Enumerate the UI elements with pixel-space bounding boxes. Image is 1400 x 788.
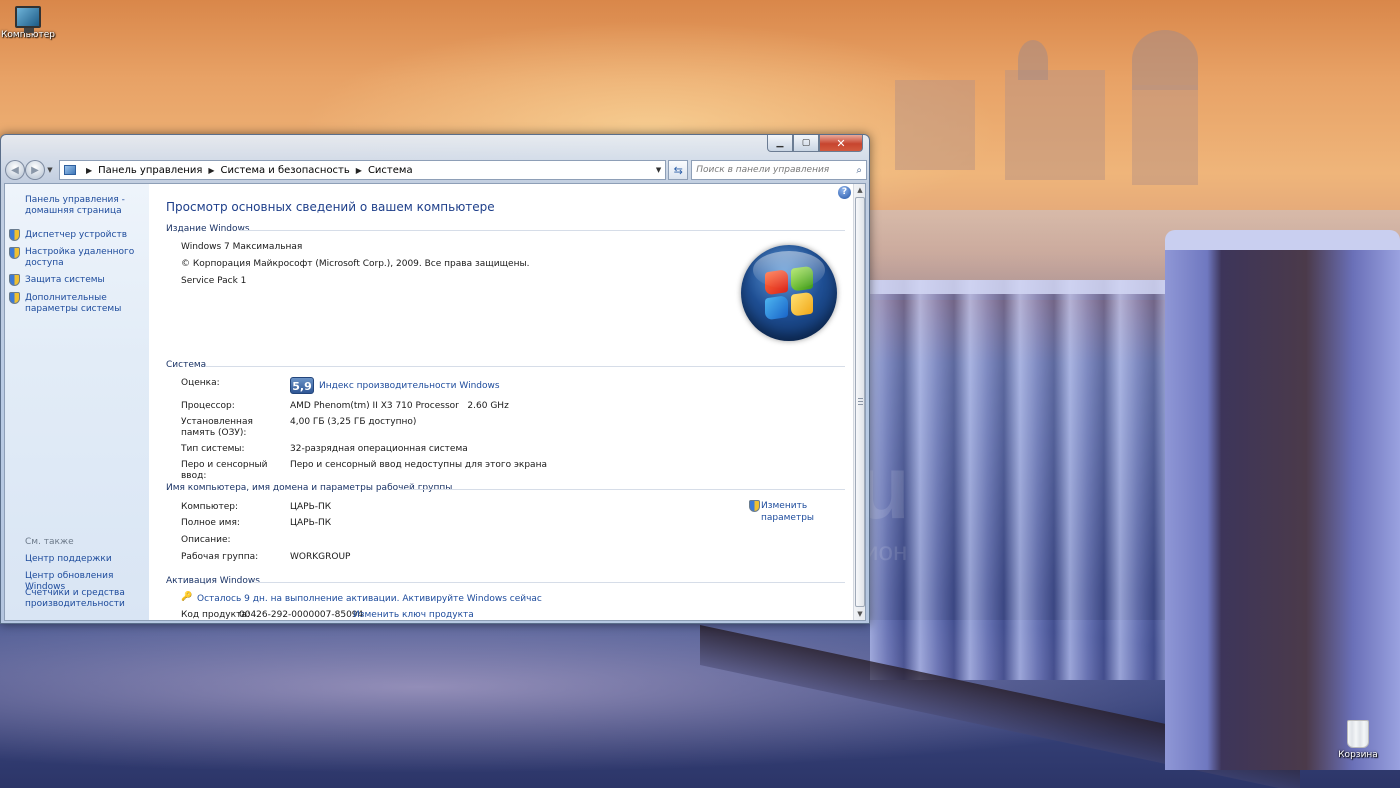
device-manager-link[interactable]: Диспетчер устройств — [25, 230, 147, 241]
address-bar[interactable]: ▶ Панель управления ▶ Система и безопасн… — [58, 160, 667, 180]
remote-settings-link[interactable]: Настройка удаленного доступа — [25, 247, 147, 269]
maximize-icon: ▢ — [801, 138, 811, 148]
search-input[interactable] — [696, 162, 845, 178]
section-divider — [251, 582, 845, 583]
section-divider — [239, 230, 845, 231]
memory-value: 4,00 ГБ (3,25 ГБ доступно) — [290, 417, 417, 427]
wallpaper-dome — [1132, 30, 1198, 90]
vertical-scrollbar[interactable]: ▲ ▼ — [853, 184, 865, 620]
edition-name: Windows 7 Максимальная — [181, 242, 303, 252]
forward-button[interactable]: ▶ — [24, 160, 45, 180]
activation-heading: Активация Windows — [166, 576, 260, 586]
processor-label: Процессор: — [181, 401, 235, 411]
close-icon: ✕ — [836, 136, 846, 150]
action-center-link[interactable]: Центр поддержки — [25, 554, 147, 565]
recycle-bin-icon — [1347, 720, 1369, 748]
minimize-button[interactable]: ▁ — [767, 135, 793, 152]
wallpaper-pillar — [1165, 230, 1400, 770]
edition-copyright: © Корпорация Майкрософт (Microsoft Corp.… — [181, 259, 530, 269]
rating-label: Оценка: — [181, 378, 220, 388]
see-also-heading: См. также — [25, 537, 74, 547]
wallpaper-building — [895, 80, 975, 170]
shield-icon — [9, 229, 20, 241]
shield-icon — [9, 292, 20, 304]
change-settings-line2[interactable]: параметры — [761, 512, 814, 524]
breadcrumb-system-security[interactable]: Система и безопасность — [221, 165, 350, 176]
computer-icon — [15, 6, 41, 33]
memory-label: Установленная память (ОЗУ): — [181, 417, 253, 438]
processor-value: AMD Phenom(tm) II X3 710 Processor 2.60 … — [290, 401, 509, 411]
close-button[interactable]: ✕ — [819, 135, 863, 152]
section-divider — [205, 366, 845, 367]
activation-status-link[interactable]: Осталось 9 дн. на выполнение активации. … — [197, 594, 542, 604]
description-label: Описание: — [181, 535, 231, 545]
desktop-icon-label: Корзина — [1338, 750, 1378, 760]
search-box[interactable]: ⌕ — [691, 160, 868, 180]
shield-icon — [749, 500, 760, 512]
change-settings-line1[interactable]: Изменить — [761, 500, 814, 512]
breadcrumb-chevron-icon[interactable]: ▶ — [208, 166, 214, 175]
breadcrumb-chevron-icon[interactable]: ▶ — [86, 166, 92, 175]
wallpaper-cathedral — [1005, 70, 1105, 180]
system-type-label: Тип системы: — [181, 444, 245, 454]
refresh-button[interactable]: ⇆ — [668, 160, 689, 180]
edition-heading: Издание Windows — [166, 224, 250, 234]
scroll-thumb[interactable] — [855, 197, 865, 607]
back-arrow-icon: ◀ — [11, 164, 19, 176]
system-type-value: 32-разрядная операционная система — [290, 444, 468, 454]
wallpaper-tower — [1132, 85, 1198, 185]
left-pane: Панель управления - домашняя страница Ди… — [5, 184, 149, 620]
workgroup-label: Рабочая группа: — [181, 552, 259, 562]
performance-index-link[interactable]: Индекс производительности Windows — [319, 381, 500, 392]
performance-tools-link[interactable]: Счетчики и средства производительности — [25, 588, 147, 610]
breadcrumb-control-panel[interactable]: Панель управления — [98, 165, 202, 176]
performance-score-badge[interactable]: 5,9 — [290, 377, 314, 394]
control-panel-icon — [63, 165, 76, 175]
shield-icon — [9, 247, 20, 259]
address-dropdown-icon[interactable]: ▼ — [656, 166, 661, 174]
change-product-key-link[interactable]: Изменить ключ продукта — [353, 610, 474, 620]
full-name-label: Полное имя: — [181, 518, 240, 528]
minimize-icon: ▁ — [776, 138, 784, 148]
shield-icon — [9, 274, 20, 286]
search-icon[interactable]: ⌕ — [856, 165, 862, 176]
system-heading: Система — [166, 360, 207, 370]
pen-touch-value: Перо и сенсорный ввод недоступны для это… — [290, 460, 547, 470]
page-title: Просмотр основных сведений о вашем компь… — [166, 200, 495, 214]
recent-pages-dropdown[interactable]: ▼ — [45, 166, 55, 174]
windows-logo — [741, 245, 837, 341]
system-protection-link[interactable]: Защита системы — [25, 275, 147, 286]
back-button[interactable]: ◀ — [5, 160, 25, 180]
workgroup-value: WORKGROUP — [290, 552, 351, 562]
section-divider — [399, 489, 845, 490]
scroll-up-icon[interactable]: ▲ — [854, 184, 865, 196]
breadcrumb-chevron-icon[interactable]: ▶ — [356, 166, 362, 175]
service-pack: Service Pack 1 — [181, 276, 247, 286]
full-name-value: ЦАРЬ-ПК — [290, 518, 332, 528]
navigation-bar: ◀ ▶ ▼ ▶ Панель управления ▶ Система и бе… — [5, 159, 868, 181]
caption-buttons: ▁ ▢ ✕ — [767, 135, 863, 153]
maximize-button[interactable]: ▢ — [793, 135, 819, 152]
computer-label: Компьютер: — [181, 502, 238, 512]
scroll-down-icon[interactable]: ▼ — [854, 608, 865, 620]
pen-touch-label: Перо и сенсорный ввод: — [181, 460, 268, 481]
wallpaper-small-dome — [1018, 40, 1048, 80]
advanced-settings-link[interactable]: Дополнительные параметры системы — [25, 293, 147, 315]
desktop-icon-computer[interactable]: Компьютер — [0, 6, 58, 40]
content-area: Панель управления - домашняя страница Ди… — [4, 183, 866, 621]
computer-name-heading: Имя компьютера, имя домена и параметры р… — [166, 483, 453, 493]
change-settings-link[interactable]: Изменить параметры — [749, 500, 814, 524]
breadcrumb-system[interactable]: Система — [368, 165, 413, 176]
forward-arrow-icon: ▶ — [31, 164, 39, 176]
main-pane: Просмотр основных сведений о вашем компь… — [149, 184, 855, 620]
help-icon[interactable]: ? — [838, 186, 851, 199]
control-panel-home-link[interactable]: Панель управления - домашняя страница — [25, 195, 147, 217]
product-key-value: 00426-292-0000007-85094 — [239, 610, 364, 620]
key-icon: 🔑 — [181, 592, 193, 602]
system-window: ▁ ▢ ✕ ◀ ▶ ▼ ▶ Панель управления ▶ Систем… — [0, 134, 870, 624]
refresh-icon: ⇆ — [673, 163, 683, 177]
desktop-icon-recycle-bin[interactable]: Корзина — [1328, 720, 1388, 760]
computer-value: ЦАРЬ-ПК — [290, 502, 332, 512]
